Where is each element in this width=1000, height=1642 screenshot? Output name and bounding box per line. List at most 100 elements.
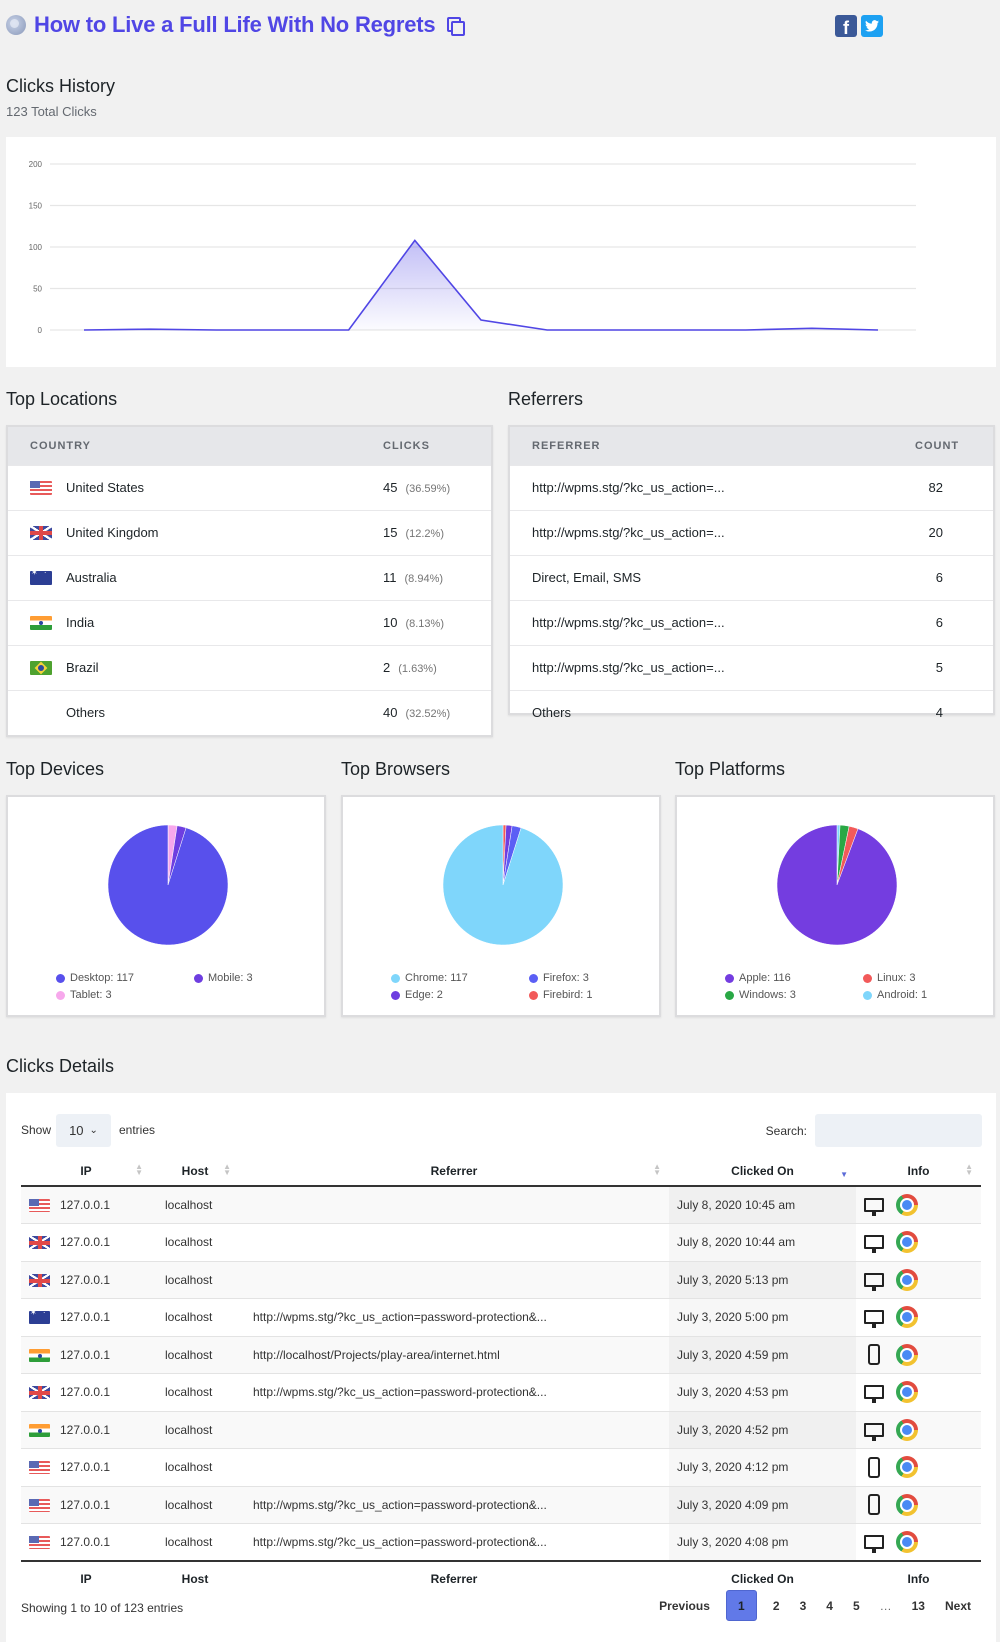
referrer-row: Others 4 (510, 689, 993, 735)
click-row: 127.0.0.1 localhost July 3, 2020 5:13 pm (21, 1260, 981, 1299)
data-point[interactable] (280, 327, 286, 333)
legend-label: Windows: 3 (739, 989, 796, 1001)
copy-icon[interactable] (447, 16, 466, 36)
column-header-clicked-on[interactable]: Clicked On ▼ (669, 1156, 856, 1187)
column-header-info[interactable]: Info ▲ ▼ (856, 1156, 981, 1187)
ip-cell: 127.0.0.1 (21, 1410, 151, 1449)
page-4-button[interactable]: 4 (816, 1599, 843, 1613)
column-header-referrer[interactable]: Referrer ▲ ▼ (239, 1156, 669, 1187)
flag-gb-icon (29, 1273, 50, 1287)
click-row: 127.0.0.1 localhosthttp://wpms.stg/?kc_us… (21, 1485, 981, 1524)
y-tick-label: 100 (29, 243, 43, 252)
referrer-row: http://wpms.stg/?kc_us_action=... 82 (510, 464, 993, 510)
referrer-cell: http://wpms.stg/?kc_us_action=... (510, 599, 893, 645)
page-1-button[interactable]: 1 (725, 1590, 757, 1621)
ip-cell: 127.0.0.1 (21, 1335, 151, 1374)
top-devices-card: Desktop: 117 Mobile: 3 Tablet: 3 (6, 795, 326, 1017)
clicked-on-cell: July 3, 2020 4:53 pm (669, 1373, 856, 1411)
referrer-cell: http://wpms.stg/?kc_us_action=... (510, 509, 893, 555)
referrer-cell: Direct, Email, SMS (510, 554, 893, 600)
page-13-button[interactable]: 13 (902, 1599, 935, 1613)
data-point[interactable] (809, 325, 815, 331)
count-cell: 6 (893, 554, 993, 600)
page-3-button[interactable]: 3 (790, 1599, 817, 1613)
data-point[interactable] (544, 327, 550, 333)
twitter-icon[interactable] (861, 15, 883, 37)
flag-gb-icon (29, 1236, 50, 1250)
legend-item-tablet[interactable]: Tablet: 3 (56, 989, 194, 1001)
flag-in-icon (29, 1348, 50, 1362)
column-header-host[interactable]: Host ▲ ▼ (151, 1156, 239, 1187)
page-length-select[interactable]: 10 ⌄ (56, 1114, 111, 1147)
column-header-ip[interactable]: IP ▲ ▼ (21, 1156, 151, 1187)
clicked-on-cell: July 3, 2020 4:52 pm (669, 1410, 856, 1449)
referrer-cell[interactable]: http://wpms.stg/?kc_us_action=password-p… (239, 1485, 669, 1524)
search-input[interactable] (815, 1114, 982, 1147)
pagination-ellipsis: … (879, 1598, 892, 1613)
info-cell (856, 1335, 981, 1374)
facebook-icon[interactable]: f (835, 15, 857, 38)
legend-item-chrome[interactable]: Chrome: 117 (391, 972, 529, 984)
chrome-icon (896, 1194, 918, 1216)
data-point[interactable] (81, 327, 87, 333)
info-cell (856, 1410, 981, 1449)
legend-item-apple[interactable]: Apple: 116 (725, 972, 863, 984)
next-button[interactable]: Next (935, 1599, 981, 1613)
referrer-cell[interactable]: http://wpms.stg/?kc_us_action=password-p… (239, 1523, 669, 1561)
pie-slice-apple[interactable] (776, 824, 898, 946)
clicks-percent: (32.52%) (405, 708, 451, 721)
pie-slice-chrome[interactable] (442, 824, 564, 946)
referrer-row: http://wpms.stg/?kc_us_action=... 20 (510, 509, 993, 555)
info-cell (856, 1373, 981, 1411)
referrer-cell[interactable]: http://wpms.stg/?kc_us_action=password-p… (239, 1373, 669, 1411)
clicks-details-table: IP ▲ ▼ Host ▲ ▼ Referrer ▲ ▼ Clicked On ▼ Info ▲… (21, 1156, 981, 1595)
legend-item-mobile[interactable]: Mobile: 3 (194, 972, 314, 984)
data-point[interactable] (875, 327, 881, 333)
legend-item-firefox[interactable]: Firefox: 3 (529, 972, 649, 984)
legend-item-edge[interactable]: Edge: 2 (391, 989, 529, 1001)
count-cell: 82 (893, 464, 993, 510)
clicks-percent: (8.13%) (405, 618, 444, 630)
column-header-country: COUNTRY (8, 427, 361, 465)
data-point[interactable] (213, 327, 219, 333)
clicks-cell: 40 (32.52%) (361, 689, 491, 735)
clicks-details-panel: Show 10 ⌄ entries Search: IP ▲ ▼ Host ▲ ▼ Re… (6, 1093, 996, 1642)
desktop-icon (864, 1422, 884, 1441)
flag-au-icon (29, 1308, 50, 1325)
referrer-cell[interactable]: http://wpms.stg/?kc_us_action=password-p… (239, 1298, 669, 1336)
legend-item-linux[interactable]: Linux: 3 (863, 972, 983, 984)
referrer-row: Direct, Email, SMS 6 (510, 554, 993, 600)
data-point[interactable] (610, 327, 616, 333)
pie-slice-desktop[interactable] (107, 824, 229, 946)
data-point[interactable] (743, 327, 749, 333)
data-point[interactable] (346, 327, 352, 333)
legend-label: Desktop: 117 (70, 972, 135, 984)
data-point[interactable] (677, 327, 683, 333)
page-title[interactable]: How to Live a Full Life With No Regrets (34, 12, 436, 38)
referrer-cell[interactable]: http://localhost/Projects/play-area/inte… (239, 1335, 669, 1374)
desktop-icon (864, 1535, 884, 1553)
country-name: United States (66, 479, 145, 495)
legend-item-android[interactable]: Android: 1 (863, 989, 983, 1001)
legend-dot (725, 973, 734, 983)
y-tick-label: 200 (29, 160, 43, 169)
clicked-on-cell: July 3, 2020 5:13 pm (669, 1260, 856, 1299)
page-2-button[interactable]: 2 (763, 1599, 790, 1613)
legend-item-windows[interactable]: Windows: 3 (725, 989, 863, 1001)
data-point[interactable] (147, 326, 153, 332)
data-point[interactable] (478, 317, 484, 323)
ip-address: 127.0.0.1 (60, 1310, 111, 1325)
legend-item-desktop[interactable]: Desktop: 117 (56, 972, 194, 984)
host-cell: localhost (151, 1485, 239, 1524)
page-header: How to Live a Full Life With No Regrets (6, 10, 466, 40)
search-label: Search: (765, 1124, 807, 1138)
referrer-cell (239, 1223, 669, 1261)
clicks-count: 15 (383, 525, 398, 540)
flag-in-icon (29, 1423, 50, 1437)
page-5-button[interactable]: 5 (843, 1599, 870, 1613)
y-tick-label: 0 (38, 326, 43, 335)
legend-item-firebird[interactable]: Firebird: 1 (529, 989, 649, 1001)
data-point[interactable] (412, 237, 418, 243)
referrer-cell: http://wpms.stg/?kc_us_action=... (510, 644, 893, 690)
previous-button[interactable]: Previous (649, 1599, 720, 1613)
